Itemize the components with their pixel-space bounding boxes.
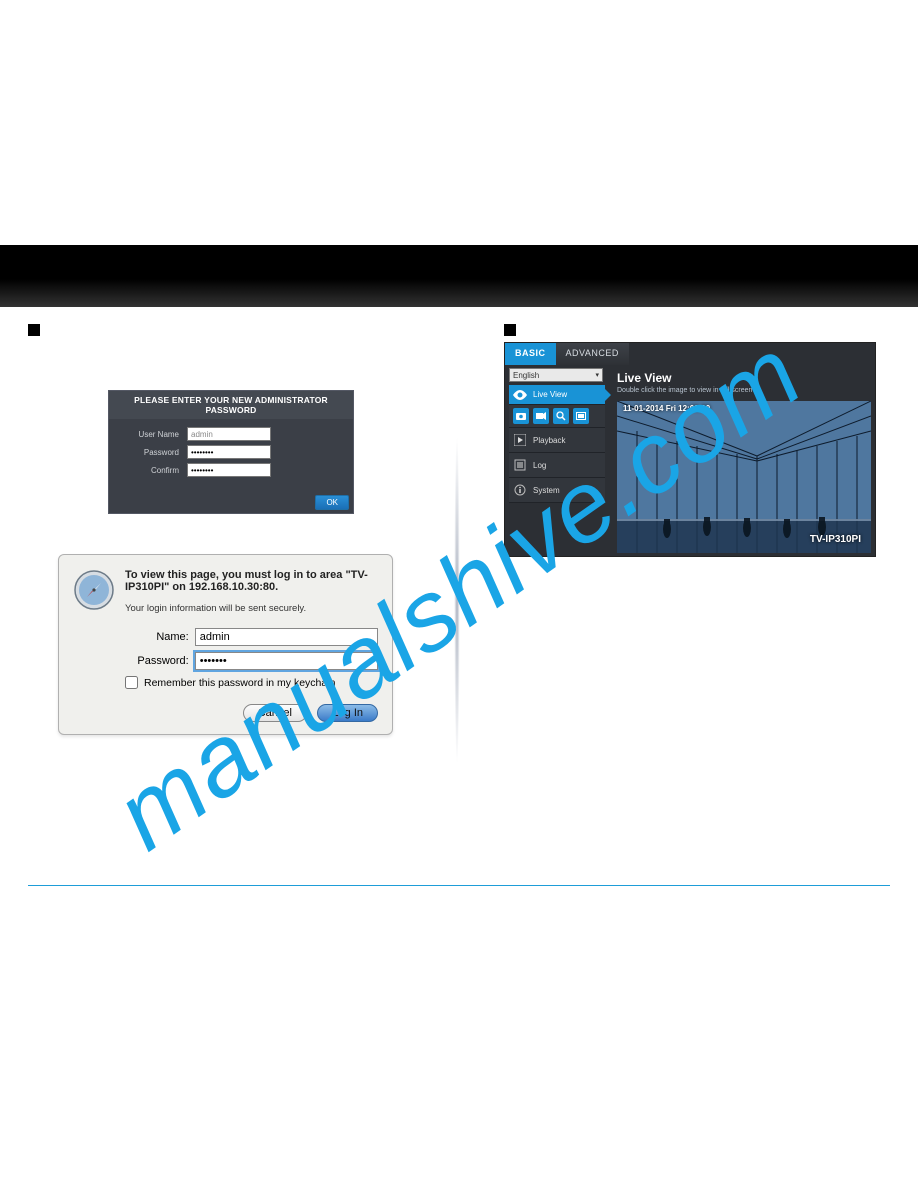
zoom-icon[interactable] (553, 408, 569, 424)
snapshot-icon[interactable] (513, 408, 529, 424)
ok-button[interactable]: OK (315, 495, 349, 510)
mac-secure-text: Your login information will be sent secu… (125, 603, 368, 614)
sidebar-item-log[interactable]: Log (509, 453, 605, 478)
play-icon (513, 433, 527, 447)
live-view-subtitle: Double click the image to view in full s… (617, 387, 752, 394)
sidebar-label-system: System (533, 486, 560, 495)
live-view-screenshot: BASIC ADVANCED English ▾ Live View Doubl… (504, 342, 876, 557)
record-icon[interactable] (533, 408, 549, 424)
tab-basic[interactable]: BASIC (505, 343, 556, 365)
info-icon (513, 483, 527, 497)
safari-icon (73, 569, 115, 611)
building-scene (617, 401, 871, 553)
step-marker-left-2 (28, 324, 40, 336)
mac-login-dialog: To view this page, you must log in to ar… (58, 554, 393, 735)
confirm-label: Confirm (115, 466, 187, 475)
step-marker-right-1 (504, 324, 516, 336)
video-timestamp: 11-01-2014 Fri 12:00:00 (623, 404, 710, 413)
live-view-title: Live View (617, 371, 671, 385)
language-value: English (513, 371, 539, 380)
remember-label: Remember this password in my keychain (144, 677, 335, 689)
bottom-horizontal-rule (28, 885, 890, 886)
login-button[interactable]: Log In (317, 704, 378, 722)
remember-checkbox[interactable] (125, 676, 138, 689)
sidebar-label-log: Log (533, 461, 546, 470)
mac-password-label: Password: (125, 655, 189, 667)
password-input[interactable] (187, 445, 271, 459)
language-select[interactable]: English ▾ (509, 368, 603, 382)
mac-title-line2: IP310PI" on 192.168.10.30:80. (125, 581, 368, 593)
header-band (0, 245, 918, 307)
sidebar-item-live-view[interactable]: Live View (509, 385, 605, 405)
chevron-down-icon: ▾ (595, 371, 599, 379)
confirm-input[interactable] (187, 463, 271, 477)
fullscreen-icon[interactable] (573, 408, 589, 424)
sidebar-item-playback[interactable]: Playback (509, 428, 605, 453)
admin-password-title: PLEASE ENTER YOUR NEW ADMINISTRATOR PASS… (109, 391, 353, 419)
username-label: User Name (115, 430, 187, 439)
password-label: Password (115, 448, 187, 457)
sidebar-label-playback: Playback (533, 436, 565, 445)
cancel-button[interactable]: Cancel (243, 704, 307, 722)
video-model-label: TV-IP310PI (810, 534, 861, 545)
sidebar-item-system[interactable]: System (509, 478, 605, 503)
log-icon (513, 458, 527, 472)
sidebar-label-live-view: Live View (533, 390, 567, 399)
eye-icon (513, 388, 527, 402)
mac-password-input[interactable] (195, 652, 378, 670)
mac-name-label: Name: (125, 631, 189, 643)
live-view-toolbar (509, 405, 605, 428)
admin-password-dialog: PLEASE ENTER YOUR NEW ADMINISTRATOR PASS… (108, 390, 354, 514)
mac-name-input[interactable] (195, 628, 378, 646)
mac-title-line1: To view this page, you must log in to ar… (125, 569, 368, 581)
tab-advanced[interactable]: ADVANCED (556, 343, 629, 365)
video-preview[interactable]: 11-01-2014 Fri 12:00:00 TV-IP310PI (617, 401, 871, 553)
username-input[interactable] (187, 427, 271, 441)
